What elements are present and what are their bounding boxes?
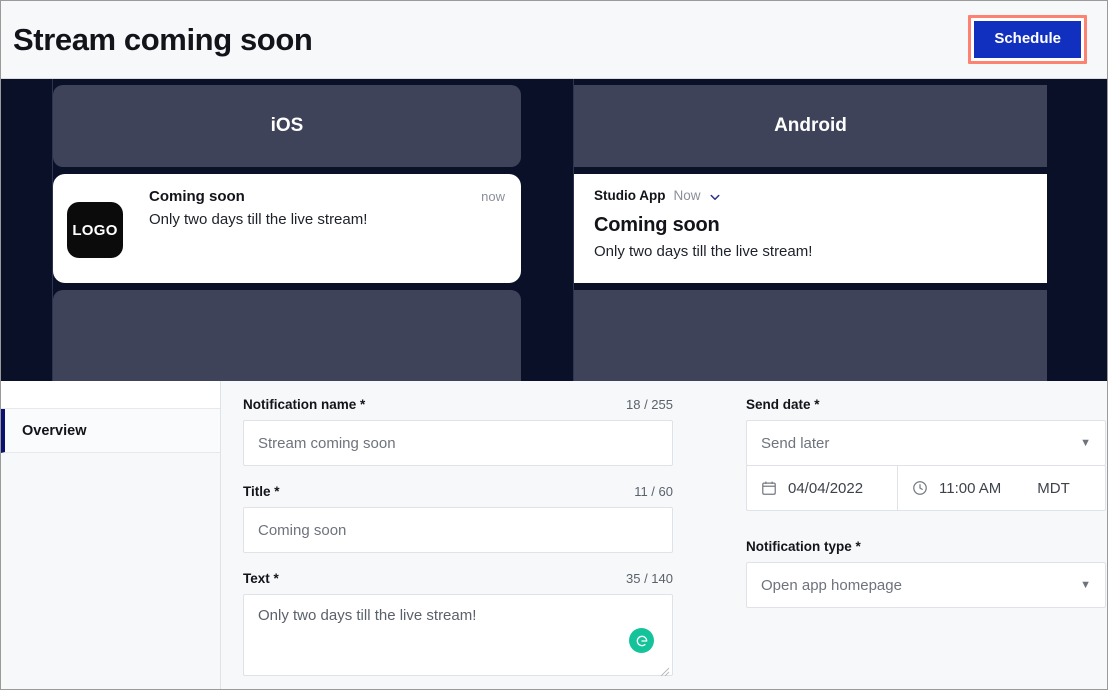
field-label: Text * bbox=[243, 571, 279, 586]
ios-notification-header: Coming soon now bbox=[149, 188, 505, 205]
android-placeholder-panel bbox=[574, 290, 1047, 381]
field-label: Notification name * bbox=[243, 397, 366, 412]
field-header: Send date * bbox=[746, 397, 1106, 412]
char-counter: 18 / 255 bbox=[626, 397, 673, 412]
android-notification-time: Now bbox=[673, 188, 701, 203]
android-notification-title: Coming soon bbox=[594, 214, 720, 236]
ios-notification-body: Coming soon now Only two days till the l… bbox=[149, 188, 505, 228]
char-counter: 35 / 140 bbox=[626, 571, 673, 586]
field-label: Title * bbox=[243, 484, 280, 499]
chevron-down-icon[interactable] bbox=[709, 190, 721, 202]
notification-name-input[interactable]: Stream coming soon bbox=[243, 420, 673, 466]
app-logo: LOGO bbox=[67, 202, 123, 258]
android-app-name: Studio App bbox=[594, 188, 666, 203]
field-notification-name: Notification name * 18 / 255 Stream comi… bbox=[243, 397, 673, 466]
ios-notification-title: Coming soon bbox=[149, 188, 245, 205]
form-columns: Notification name * 18 / 255 Stream comi… bbox=[221, 381, 1107, 689]
field-notification-type: Notification type * Open app homepage ▼ bbox=[746, 539, 1106, 608]
android-notification-text: Only two days till the live stream! bbox=[594, 243, 813, 260]
schedule-button[interactable]: Schedule bbox=[974, 21, 1081, 58]
form-column-right: Send date * Send later ▼ 04/04/2022 11:0… bbox=[746, 397, 1106, 689]
send-time-input[interactable]: 11:00 AM MDT bbox=[897, 465, 1106, 511]
chevron-down-icon: ▼ bbox=[1080, 437, 1091, 449]
send-date-mode-select[interactable]: Send later ▼ bbox=[746, 420, 1106, 466]
notification-type-select[interactable]: Open app homepage ▼ bbox=[746, 562, 1106, 608]
ios-placeholder-panel bbox=[53, 290, 521, 381]
field-title: Title * 11 / 60 Coming soon bbox=[243, 484, 673, 553]
field-text: Text * 35 / 140 Only two days till the l… bbox=[243, 571, 673, 677]
page-header: Stream coming soon Schedule bbox=[1, 1, 1107, 79]
resize-handle-icon[interactable] bbox=[660, 664, 670, 677]
clock-icon bbox=[912, 480, 929, 497]
android-screen: Android Studio App Now Coming soon Only … bbox=[574, 79, 1047, 381]
grammarly-icon[interactable] bbox=[629, 628, 654, 653]
calendar-icon bbox=[761, 480, 778, 497]
ios-notification-text: Only two days till the live stream! bbox=[149, 211, 368, 228]
field-header: Notification name * 18 / 255 bbox=[243, 397, 673, 412]
ios-notification-time: now bbox=[481, 189, 505, 204]
notification-preview-stage: iOS LOGO Coming soon now Only two days t… bbox=[1, 79, 1107, 381]
sidebar-top-spacer bbox=[1, 381, 220, 409]
form-column-left: Notification name * 18 / 255 Stream comi… bbox=[243, 397, 673, 689]
chevron-down-icon: ▼ bbox=[1080, 579, 1091, 591]
text-textarea[interactable]: Only two days till the live stream! bbox=[243, 594, 673, 677]
ios-notification-card[interactable]: LOGO Coming soon now Only two days till … bbox=[53, 174, 521, 283]
field-header: Notification type * bbox=[746, 539, 1106, 554]
send-date-value: 04/04/2022 bbox=[788, 479, 864, 497]
field-header: Title * 11 / 60 bbox=[243, 484, 673, 499]
sidebar-item-overview[interactable]: Overview bbox=[1, 409, 220, 453]
text-textarea-value: Only two days till the live stream! bbox=[258, 607, 477, 624]
schedule-button-highlight: Schedule bbox=[968, 15, 1087, 64]
field-header: Text * 35 / 140 bbox=[243, 571, 673, 586]
page-title: Stream coming soon bbox=[13, 22, 313, 57]
android-os-label: Android bbox=[574, 85, 1047, 167]
timezone-label: MDT bbox=[1037, 479, 1070, 497]
android-notification-card[interactable]: Studio App Now Coming soon Only two days… bbox=[574, 174, 1047, 283]
send-datetime-row: 04/04/2022 11:00 AM MDT bbox=[746, 465, 1106, 511]
ios-os-label: iOS bbox=[53, 85, 521, 167]
ios-screen: iOS LOGO Coming soon now Only two days t… bbox=[53, 79, 521, 381]
ios-preview-frame: iOS LOGO Coming soon now Only two days t… bbox=[1, 79, 529, 381]
field-label: Send date * bbox=[746, 397, 820, 412]
editor-sidebar: Overview bbox=[1, 381, 221, 689]
android-notification-meta: Studio App Now bbox=[594, 188, 1029, 203]
char-counter: 11 / 60 bbox=[634, 484, 673, 499]
title-input[interactable]: Coming soon bbox=[243, 507, 673, 553]
send-date-mode-value: Send later bbox=[761, 434, 830, 452]
send-date-input[interactable]: 04/04/2022 bbox=[746, 465, 898, 511]
send-time-value: 11:00 AM bbox=[939, 479, 1002, 497]
field-send-date: Send date * Send later ▼ 04/04/2022 11:0… bbox=[746, 397, 1106, 511]
android-preview-frame: Android Studio App Now Coming soon Only … bbox=[529, 79, 1107, 381]
field-label: Notification type * bbox=[746, 539, 861, 554]
editor-panel: Overview Notification name * 18 / 255 St… bbox=[1, 381, 1107, 689]
sidebar-item-label: Overview bbox=[22, 422, 87, 439]
notification-type-value: Open app homepage bbox=[761, 576, 902, 594]
app-window: Stream coming soon Schedule iOS LOGO Com… bbox=[0, 0, 1108, 690]
